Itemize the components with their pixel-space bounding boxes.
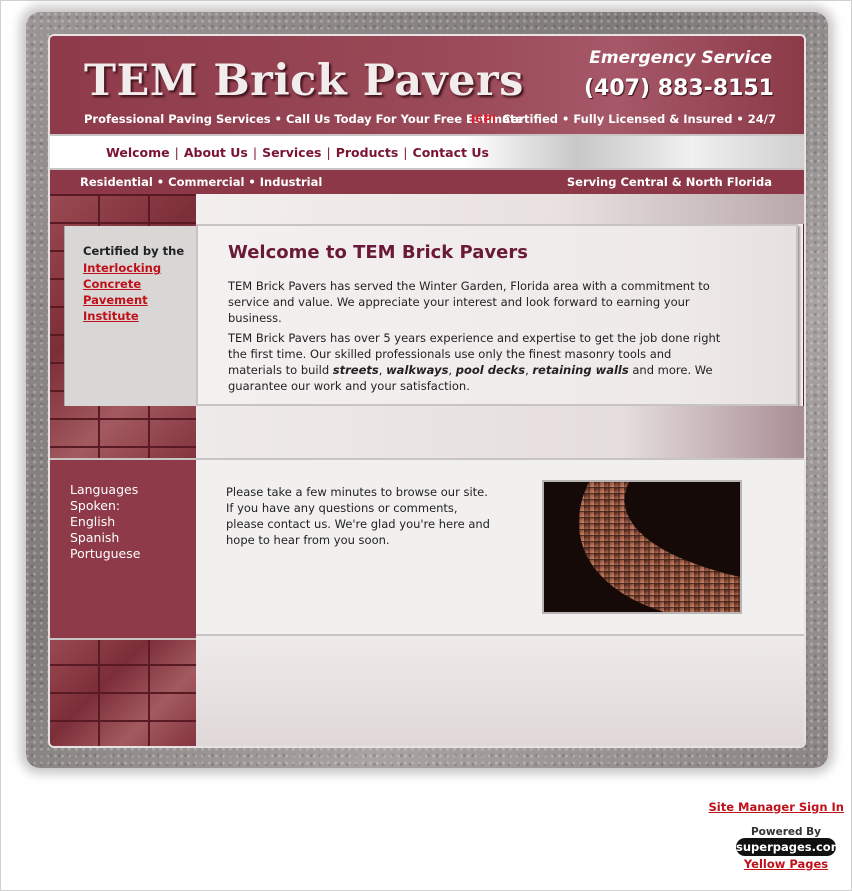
nav-separator: | — [403, 145, 408, 160]
service-pool-decks: pool decks — [455, 363, 526, 377]
experience-paragraph: TEM Brick Pavers has over 5 years experi… — [228, 331, 721, 393]
site-manager-sign-in: Site Manager Sign In — [709, 800, 845, 814]
walkway-illustration — [544, 482, 740, 612]
phone-number: (407) 883-8151 — [584, 76, 774, 101]
brick-walkway-photo — [542, 480, 742, 614]
main-mid-strip — [196, 406, 804, 458]
welcome-card: Welcome to TEM Brick Pavers TEM Brick Pa… — [196, 224, 798, 406]
emergency-service-label: Emergency Service — [589, 48, 772, 68]
brand-logo: TEM Brick Pavers — [84, 56, 524, 106]
tagline: Professional Paving Services • Call Us T… — [84, 112, 524, 126]
superpages-logo[interactable]: superpages.com — [736, 838, 843, 856]
nav-contact-us[interactable]: Contact Us — [413, 145, 489, 160]
language-item: Portuguese — [70, 546, 141, 561]
service-types: Residential • Commercial • Industrial — [80, 175, 323, 189]
browse-card: Please take a few minutes to browse our … — [196, 458, 804, 636]
languages-heading: Languages Spoken: — [70, 482, 139, 513]
main-nav: Welcome | About Us | Services | Products | Conta… — [50, 134, 804, 170]
sub-banner: Residential • Commercial • Industrial Se… — [50, 170, 804, 194]
nav-separator: | — [174, 145, 179, 160]
nav-links: Welcome | About Us | Services | Products | Conta… — [106, 145, 489, 160]
certified-by-label: Certified by the — [83, 244, 185, 258]
yellow-pages-wrap: Yellow Pages — [736, 857, 836, 871]
icpi-link[interactable]: Interlocking Concrete Pavement Institute — [83, 261, 161, 323]
site-manager-link[interactable]: Site Manager Sign In — [709, 800, 845, 814]
nav-separator: | — [326, 145, 331, 160]
powered-by-label: Powered By — [750, 826, 822, 838]
service-area: Serving Central & North Florida — [566, 175, 772, 189]
main-bottom-area — [196, 636, 804, 746]
nav-products[interactable]: Products — [336, 145, 399, 160]
header-banner: TEM Brick Pavers Professional Paving Ser… — [50, 36, 804, 134]
languages-panel: Languages Spoken: English Spanish Portug… — [50, 458, 196, 640]
language-item: English — [70, 514, 116, 529]
service-walkways: walkways — [386, 363, 449, 377]
intro-paragraph: TEM Brick Pavers has served the Winter G… — [228, 279, 710, 325]
service-retaining-walls: retaining walls — [532, 363, 629, 377]
language-item: Spanish — [70, 530, 120, 545]
nav-separator: | — [252, 145, 258, 160]
main-top-strip — [196, 194, 804, 224]
service-street: streets — [332, 363, 379, 377]
icpi-link-wrap: Interlocking Concrete Pavement Institute — [83, 260, 183, 324]
brick-texture-bottom — [50, 636, 196, 746]
nav-welcome[interactable]: Welcome — [106, 145, 170, 160]
languages-list: Languages Spoken: English Spanish Portug… — [70, 482, 180, 562]
site-container: TEM Brick Pavers Professional Paving Ser… — [48, 34, 806, 748]
certification-panel: Certified by the Interlocking Concrete P… — [64, 226, 197, 406]
certification-text: Certified • Fully Licensed & Insured • 2… — [502, 112, 776, 126]
nav-services[interactable]: Services — [262, 145, 321, 160]
yellow-pages-link[interactable]: Yellow Pages — [744, 857, 828, 871]
nav-about-us[interactable]: About Us — [184, 145, 248, 160]
browse-paragraph: Please take a few minutes to browse our … — [226, 485, 490, 547]
certification-line: ICPI Certified • Fully Licensed & Insured… — [471, 112, 776, 126]
icpi-mark: ICPI — [470, 112, 497, 126]
welcome-title: Welcome to TEM Brick Pavers — [228, 242, 528, 263]
